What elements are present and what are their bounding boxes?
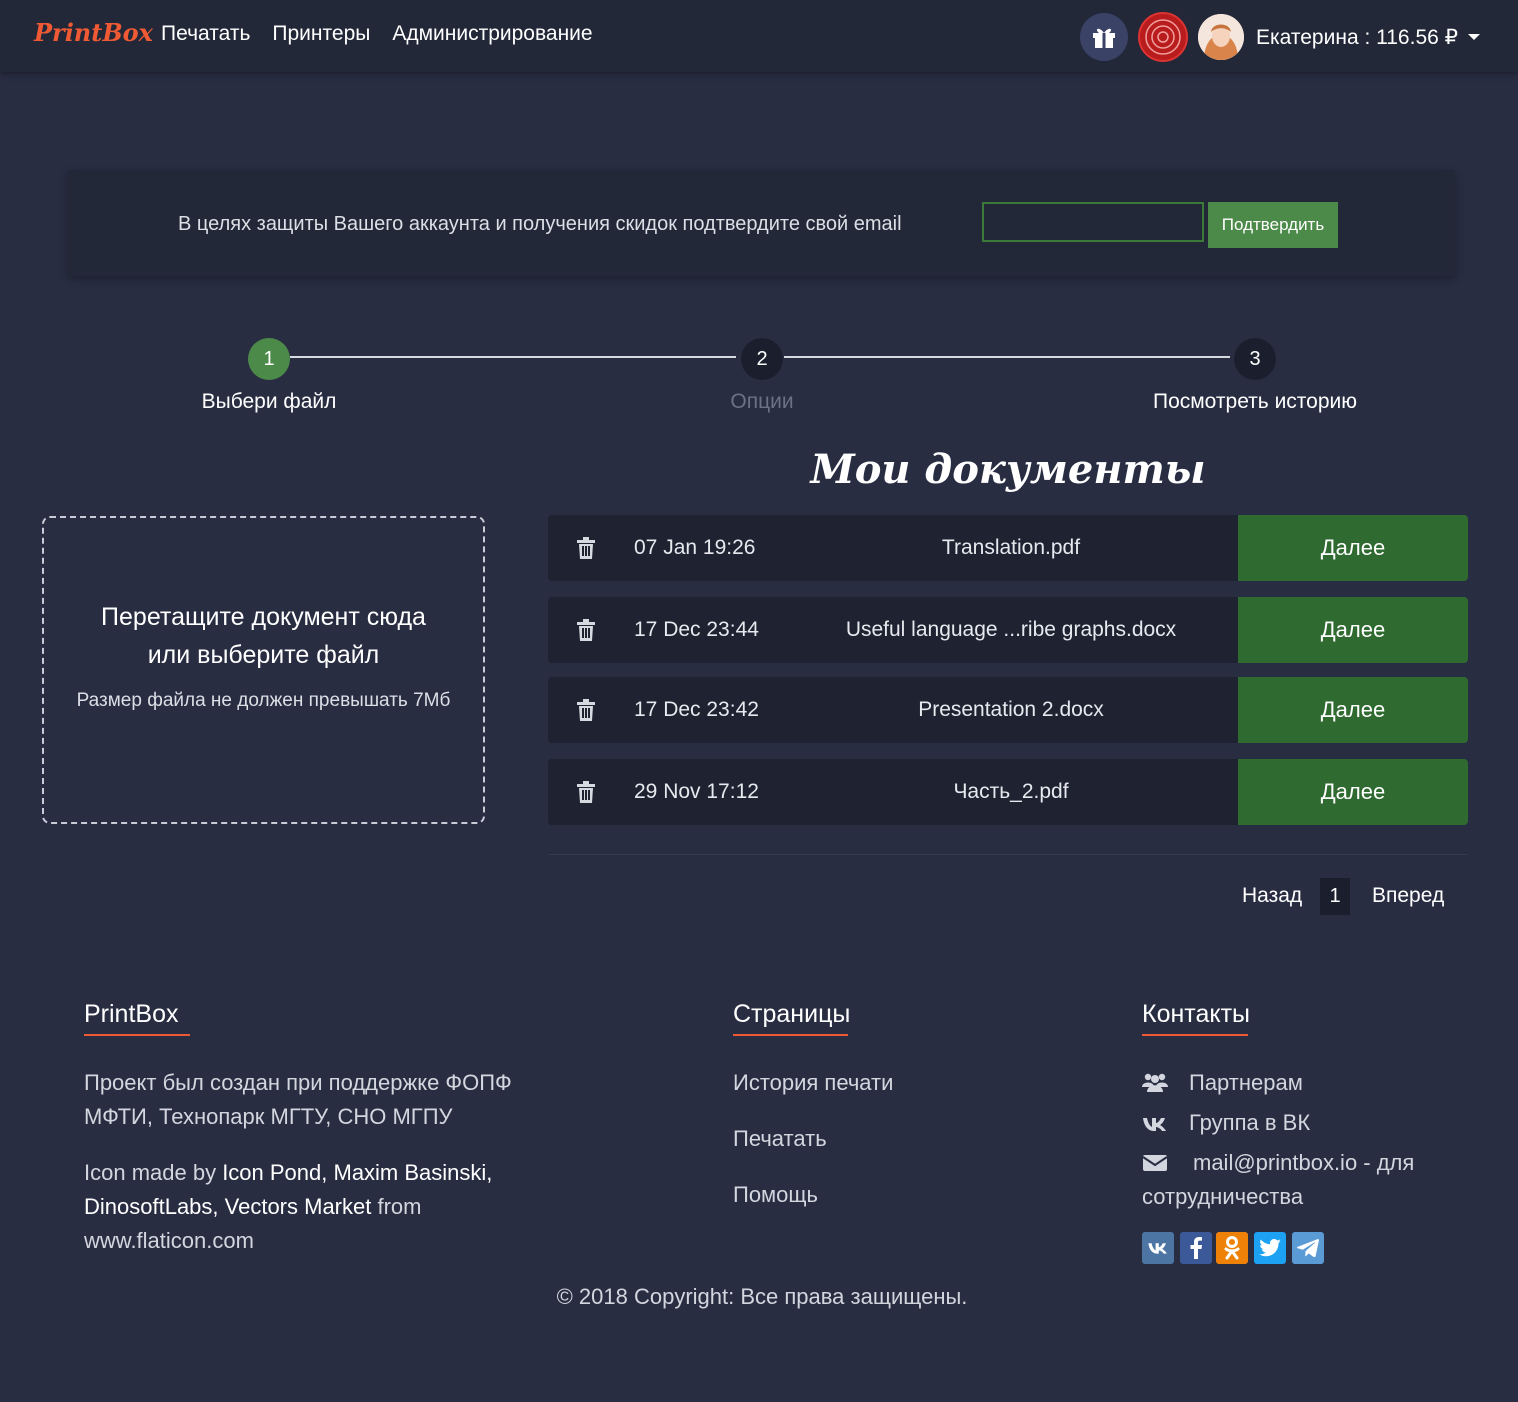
nav-link-print[interactable]: Печатать bbox=[161, 22, 250, 46]
vk-icon bbox=[1148, 1243, 1167, 1254]
footer-icon-credit: Icon made by Icon Pond, Maxim Basinski, … bbox=[84, 1156, 492, 1258]
user-avatar-icon bbox=[1198, 14, 1244, 60]
document-date: 07 Jan 19:26 bbox=[634, 536, 756, 559]
document-name[interactable]: Presentation 2.docx bbox=[798, 698, 1224, 722]
email-field[interactable] bbox=[982, 202, 1204, 242]
contact-vk-group[interactable]: Группа в ВК bbox=[1189, 1110, 1310, 1136]
step-1-circle[interactable]: 1 bbox=[248, 338, 290, 380]
avatar[interactable] bbox=[1198, 14, 1244, 60]
document-name[interactable]: Часть_2.pdf bbox=[798, 780, 1224, 804]
footer-link-help[interactable]: Помощь bbox=[733, 1182, 818, 1208]
step-2-circle[interactable]: 2 bbox=[741, 338, 783, 380]
next-button[interactable]: Далее bbox=[1238, 759, 1468, 825]
credit-site-link[interactable]: www.flaticon.com bbox=[84, 1224, 492, 1258]
file-dropzone[interactable]: Перетащите документ сюда или выберите фа… bbox=[42, 516, 485, 824]
nav-user-area: Екатерина : 116.56 ₽ bbox=[1080, 12, 1480, 62]
contact-email[interactable]: mail@printbox.io - для сотрудничества bbox=[1142, 1146, 1414, 1214]
step-1-label[interactable]: Выбери файл bbox=[169, 390, 369, 414]
contact-partners[interactable]: Партнерам bbox=[1189, 1070, 1303, 1096]
footer-copyright: © 2018 Copyright: Все права защищены. bbox=[556, 1284, 968, 1309]
credit-from: from bbox=[371, 1194, 422, 1219]
nav-links: Печатать Принтеры Администрирование bbox=[161, 22, 593, 46]
footer-pages-underline bbox=[733, 1034, 848, 1036]
social-facebook-button[interactable] bbox=[1180, 1232, 1212, 1264]
social-telegram-button[interactable] bbox=[1292, 1232, 1324, 1264]
telegram-icon bbox=[1297, 1239, 1319, 1257]
document-name[interactable]: Translation.pdf bbox=[798, 536, 1224, 560]
chevron-down-icon[interactable] bbox=[1468, 34, 1480, 40]
step-connector-1 bbox=[290, 356, 736, 358]
nav-link-printers[interactable]: Принтеры bbox=[272, 22, 370, 46]
footer-about-line-2: МФТИ, Технопарк МГТУ, СНО МГПУ bbox=[84, 1104, 453, 1129]
document-row: 07 Jan 19:26 Translation.pdf Далее bbox=[548, 515, 1468, 581]
document-date: 29 Nov 17:12 bbox=[634, 780, 759, 803]
document-row: 17 Dec 23:42 Presentation 2.docx Далее bbox=[548, 677, 1468, 743]
twitter-icon bbox=[1259, 1239, 1281, 1257]
facebook-icon bbox=[1190, 1237, 1202, 1259]
step-connector-2 bbox=[784, 356, 1230, 358]
user-balance-label[interactable]: Екатерина : 116.56 ₽ bbox=[1256, 25, 1458, 50]
dropzone-instruction: Перетащите документ сюда или выберите фа… bbox=[44, 598, 483, 674]
technopark-seal[interactable] bbox=[1138, 12, 1188, 62]
users-icon bbox=[1142, 1073, 1168, 1092]
dropzone-line-2: или выберите файл bbox=[147, 641, 380, 669]
step-3-label[interactable]: Посмотреть историю bbox=[1115, 390, 1395, 414]
next-button[interactable]: Далее bbox=[1238, 515, 1468, 581]
document-row: 29 Nov 17:12 Часть_2.pdf Далее bbox=[548, 759, 1468, 825]
gift-icon bbox=[1093, 28, 1115, 48]
footer-about-underline bbox=[84, 1034, 190, 1036]
odnoklassniki-icon bbox=[1224, 1236, 1240, 1260]
vk-icon bbox=[1143, 1118, 1166, 1131]
my-documents-title: Мои документы bbox=[810, 446, 1206, 493]
nav-link-admin[interactable]: Администрирование bbox=[392, 22, 592, 46]
brand-logo[interactable]: PrintBox bbox=[34, 18, 153, 47]
document-date: 17 Dec 23:42 bbox=[634, 698, 759, 721]
credit-prefix: Icon made by bbox=[84, 1160, 223, 1185]
social-vk-button[interactable] bbox=[1142, 1232, 1174, 1264]
footer-about-line-1: Проект был создан при поддержке ФОПФ bbox=[84, 1070, 512, 1095]
confirm-email-button[interactable]: Подтвердить bbox=[1208, 202, 1338, 248]
next-button[interactable]: Далее bbox=[1238, 597, 1468, 663]
trash-icon[interactable] bbox=[576, 619, 596, 641]
gift-button[interactable] bbox=[1080, 13, 1128, 61]
dropzone-line-1: Перетащите документ сюда bbox=[101, 603, 426, 631]
trash-icon[interactable] bbox=[576, 699, 596, 721]
email-confirm-message: В целях защиты Вашего аккаунта и получен… bbox=[178, 213, 902, 235]
document-date: 17 Dec 23:44 bbox=[634, 618, 759, 641]
footer-contacts-underline bbox=[1142, 1034, 1248, 1036]
document-name[interactable]: Useful language ...ribe graphs.docx bbox=[798, 618, 1224, 642]
technopark-seal-icon bbox=[1145, 19, 1181, 55]
pagination-prev[interactable]: Назад bbox=[1242, 884, 1302, 908]
document-row: 17 Dec 23:44 Useful language ...ribe gra… bbox=[548, 597, 1468, 663]
credit-authors-1[interactable]: Icon Pond, Maxim Basinski, bbox=[222, 1160, 492, 1185]
footer-contacts-title: Контакты bbox=[1142, 1000, 1250, 1028]
contact-email-line-2: сотрудничества bbox=[1142, 1184, 1304, 1209]
step-2-label[interactable]: Опции bbox=[662, 390, 862, 414]
footer-link-print[interactable]: Печатать bbox=[733, 1126, 827, 1152]
trash-icon[interactable] bbox=[576, 781, 596, 803]
footer-link-print-history[interactable]: История печати bbox=[733, 1070, 893, 1096]
pagination-current-page[interactable]: 1 bbox=[1320, 878, 1350, 915]
footer-pages-title: Страницы bbox=[733, 1000, 851, 1028]
footer-about-text: Проект был создан при поддержке ФОПФ МФТ… bbox=[84, 1066, 512, 1134]
contact-email-line-1[interactable]: mail@printbox.io - для bbox=[1142, 1146, 1414, 1180]
list-divider bbox=[548, 854, 1468, 855]
step-3-circle[interactable]: 3 bbox=[1234, 338, 1276, 380]
credit-authors-2[interactable]: DinosoftLabs, Vectors Market bbox=[84, 1194, 371, 1219]
trash-icon[interactable] bbox=[576, 537, 596, 559]
dropzone-size-note: Размер файла не должен превышать 7Мб bbox=[76, 690, 451, 711]
navbar: PrintBox Печатать Принтеры Администриров… bbox=[0, 0, 1518, 72]
pagination-next[interactable]: Вперед bbox=[1372, 884, 1444, 908]
next-button[interactable]: Далее bbox=[1238, 677, 1468, 743]
social-twitter-button[interactable] bbox=[1254, 1232, 1286, 1264]
social-odnoklassniki-button[interactable] bbox=[1216, 1232, 1248, 1264]
footer-about-title: PrintBox bbox=[84, 1000, 179, 1028]
email-confirm-panel: В целях защиты Вашего аккаунта и получен… bbox=[68, 170, 1455, 276]
